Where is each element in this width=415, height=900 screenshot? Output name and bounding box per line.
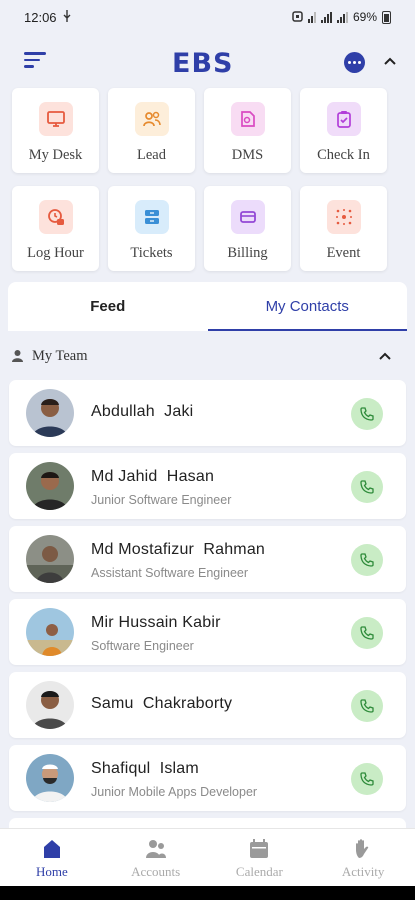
contact-role: Junior Mobile Apps Developer [91,785,258,799]
collapse-button[interactable] [380,52,400,72]
signal-icon-2 [336,11,348,23]
contact-card[interactable]: Md Mostafizur Rahman Assistant Software … [9,526,406,592]
card-icon [230,200,265,234]
phone-icon [360,407,374,421]
tab-my-contacts[interactable]: My Contacts [207,282,408,331]
contact-name: Md Jahid Hasan [91,468,215,485]
contacts-list: Abdullah Jaki Md Jahid Hasan Junior Soft… [9,380,406,838]
call-button[interactable] [351,617,383,649]
nav-home[interactable]: Home [0,829,104,886]
contact-card[interactable]: Md Jahid Hasan Junior Software Engineer [9,453,406,519]
call-button[interactable] [351,690,383,722]
nav-activity[interactable]: Activity [311,829,415,886]
contact-name: Md Mostafizur Rahman [91,541,266,558]
module-grid: My Desk Lead DMS Check In Log Hour Ticke… [8,88,408,271]
event-icon [326,200,361,234]
tile-label: DMS [231,147,264,163]
phone-icon [360,553,374,567]
feed-contacts-tabs: Feed My Contacts [8,282,407,331]
contact-role: Junior Software Engineer [91,493,232,507]
hand-icon [356,839,369,858]
tile-label: Event [326,245,361,261]
contact-name: Abdullah Jaki [91,403,194,420]
alarm-icon [292,10,303,25]
avatar [26,462,74,510]
tile-label: My Desk [28,147,83,163]
person-icon [11,349,24,362]
call-button[interactable] [351,471,383,503]
battery-percent: 69% [352,10,377,24]
contact-card[interactable]: Abdullah Jaki [9,380,406,446]
chat-button[interactable] [344,52,365,73]
tab-feed[interactable]: Feed [8,282,208,331]
phone-icon [360,772,374,786]
ticket-icon [134,200,169,234]
contact-card[interactable]: Samu Chakraborty [9,672,406,738]
nav-accounts[interactable]: Accounts [104,829,208,886]
users-icon [134,102,169,136]
status-time: 12:06 [24,9,57,25]
nav-calendar-label: Calendar [235,864,283,879]
bottom-nav: Home Accounts Calendar Activity [0,828,415,886]
contact-name: Mir Hussain Kabir [91,614,221,631]
battery-icon [382,10,391,24]
contact-card[interactable]: Mir Hussain Kabir Software Engineer [9,599,406,665]
contact-card[interactable]: Shafiqul Islam Junior Mobile Apps Develo… [9,745,406,811]
contact-name: Samu Chakraborty [91,695,233,712]
phone-icon [360,626,374,640]
signal-icon-1 [320,11,332,23]
clipboard-check-icon [326,102,361,136]
tile-billing[interactable]: Billing [204,186,291,271]
tile-label: Tickets [130,245,173,261]
chevron-up-icon[interactable] [376,348,394,364]
tile-label: Lead [137,147,166,163]
avatar [26,535,74,583]
system-gesture-bar [0,886,415,900]
contact-name: Shafiqul Islam [91,760,199,777]
nav-activity-label: Activity [341,864,385,879]
accounts-icon [145,840,166,858]
call-button[interactable] [351,763,383,795]
tile-log-hour[interactable]: Log Hour [12,186,99,271]
team-section-header[interactable]: My Team [0,344,415,368]
wifi-signal-icon [307,11,316,23]
avatar [26,754,74,802]
usb-icon [63,9,71,25]
tile-dms[interactable]: DMS [204,88,291,173]
clock-icon [38,200,73,234]
tile-event[interactable]: Event [300,186,387,271]
phone-icon [360,699,374,713]
tile-check-in[interactable]: Check In [300,88,387,173]
team-label: My Team [32,348,88,364]
nav-accounts-label: Accounts [131,864,181,879]
menu-button[interactable] [24,52,46,70]
phone-icon [360,480,374,494]
home-icon [43,840,60,858]
app-bar: EBS [0,40,415,84]
nav-home-label: Home [35,864,68,879]
tile-label: Billing [227,245,268,261]
nav-calendar[interactable]: Calendar [208,829,312,886]
call-button[interactable] [351,398,383,430]
call-button[interactable] [351,544,383,576]
app-logo: EBS [172,48,234,79]
avatar [26,608,74,656]
tile-tickets[interactable]: Tickets [108,186,195,271]
avatar [26,389,74,437]
tile-label: Log Hour [27,245,84,261]
tile-label: Check In [317,147,370,163]
calendar-icon [250,839,269,858]
chevron-up-icon [384,57,396,65]
document-icon [230,102,265,136]
tile-lead[interactable]: Lead [108,88,195,173]
monitor-icon [38,102,73,136]
avatar [26,681,74,729]
tile-my-desk[interactable]: My Desk [12,88,99,173]
contact-role: Software Engineer [91,639,194,653]
status-bar: 12:06 69% [0,0,415,34]
contact-role: Assistant Software Engineer [91,566,249,580]
